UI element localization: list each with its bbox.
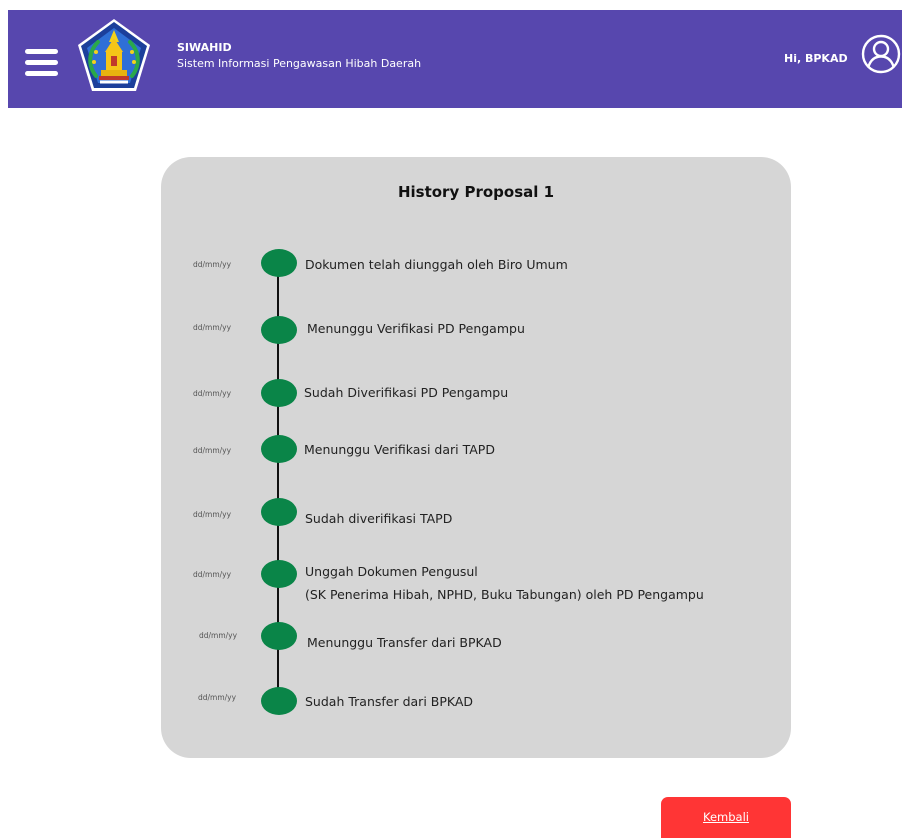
history-title: History Proposal 1 <box>397 183 555 201</box>
history-page: SIWAHID Sistem Informasi Pengawasan Hiba… <box>0 0 902 838</box>
timeline-dot <box>261 622 297 650</box>
user-greeting: Hi, BPKAD <box>784 52 848 65</box>
government-emblem-logo <box>78 19 150 91</box>
event-label: Sudah Transfer dari BPKAD <box>305 694 474 709</box>
app-header: SIWAHID Sistem Informasi Pengawasan Hiba… <box>8 10 902 108</box>
timeline-dot <box>261 316 297 344</box>
event-date: dd/mm/yy <box>193 446 232 455</box>
timeline-dot <box>261 687 297 715</box>
event-date: dd/mm/yy <box>193 260 232 269</box>
event-date: dd/mm/yy <box>198 693 237 702</box>
user-profile-icon[interactable] <box>861 34 901 74</box>
back-button[interactable]: Kembali <box>661 797 791 838</box>
event-date: dd/mm/yy <box>199 631 238 640</box>
event-label: Sudah diverifikasi TAPD <box>305 511 453 526</box>
event-label: Dokumen telah diunggah oleh Biro Umum <box>305 257 568 272</box>
timeline-dot <box>261 560 297 588</box>
app-subtitle: Sistem Informasi Pengawasan Hibah Daerah <box>177 57 422 70</box>
event-label: Menunggu Transfer dari BPKAD <box>307 635 502 650</box>
event-date: dd/mm/yy <box>193 570 232 579</box>
app-name: SIWAHID <box>177 41 232 54</box>
timeline-dot <box>261 498 297 526</box>
timeline-dot <box>261 435 297 463</box>
event-label: Sudah Diverifikasi PD Pengampu <box>304 385 509 400</box>
history-card: History Proposal 1 dd/mm/yy Dokumen tela… <box>161 157 791 758</box>
event-date: dd/mm/yy <box>193 323 232 332</box>
event-date: dd/mm/yy <box>193 510 232 519</box>
event-sublabel: (SK Penerima Hibah, NPHD, Buku Tabungan)… <box>305 587 704 602</box>
event-label: Menunggu Verifikasi dari TAPD <box>304 442 495 457</box>
event-date: dd/mm/yy <box>193 389 232 398</box>
event-label: Menunggu Verifikasi PD Pengampu <box>307 321 525 336</box>
event-label: Unggah Dokumen Pengusul <box>305 564 478 579</box>
hamburger-menu-icon[interactable] <box>25 49 58 76</box>
timeline-dot <box>261 249 297 277</box>
timeline-dot <box>261 379 297 407</box>
